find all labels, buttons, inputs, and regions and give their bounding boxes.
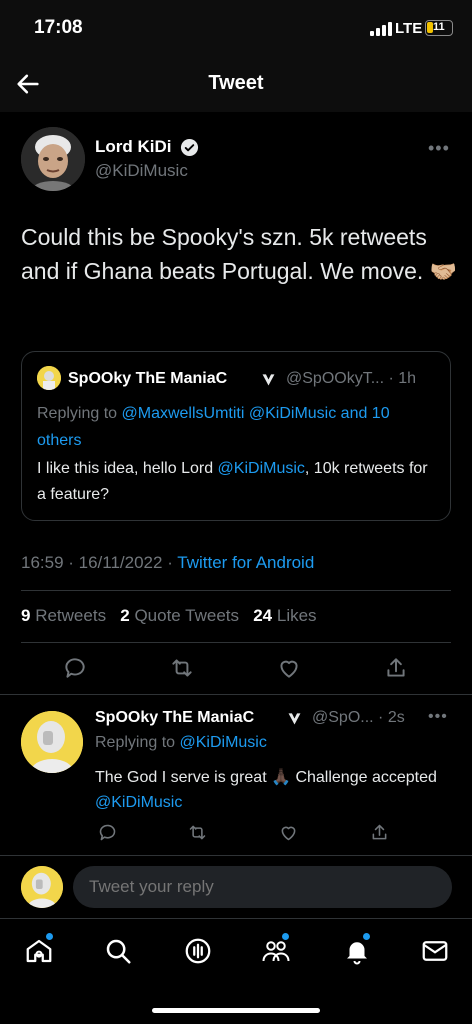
praying-hands-emoji: 🙏🏿 (271, 769, 291, 786)
more-options-icon[interactable]: ••• (428, 708, 448, 726)
reply-replying-to: Replying to @KiDiMusic (95, 734, 267, 752)
like-icon[interactable] (278, 822, 299, 843)
tweet-meta: 16:59 · 16/11/2022 · Twitter for Android (21, 553, 314, 573)
more-options-icon[interactable]: ••• (428, 138, 450, 159)
signal-icon (370, 22, 392, 36)
quotes-count: 2 (120, 606, 130, 625)
retweet-icon[interactable] (187, 822, 208, 843)
messages-icon[interactable] (420, 936, 450, 966)
tweet-stats: 9 Retweets 2 Quote Tweets 24 Likes (21, 606, 317, 626)
home-indicator (152, 1008, 320, 1013)
network-label: LTE (395, 20, 423, 37)
user-avatar (21, 866, 63, 908)
battery-level: 11 (433, 21, 445, 33)
handshake-emoji: 🤝🏼 (429, 259, 458, 284)
quoted-author-avatar (37, 366, 61, 390)
reply-author-avatar[interactable] (21, 711, 83, 773)
retweets-stat[interactable]: 9 Retweets (21, 606, 106, 625)
top-header: Tweet (0, 56, 472, 112)
author-handle[interactable]: @KiDiMusic (95, 161, 188, 181)
quoted-tweet-text: I like this idea, hello Lord @KiDiMusic,… (37, 456, 437, 508)
reply-icon[interactable] (62, 655, 88, 681)
quoted-author-handle: @SpOOkyT... · 1h (286, 370, 417, 387)
likes-stat[interactable]: 24 Likes (253, 606, 316, 625)
quotes-stat[interactable]: 2 Quote Tweets (120, 606, 239, 625)
reply-text: The God I serve is great 🙏🏿 Challenge ac… (95, 765, 445, 815)
quoted-text-part: I like this idea, hello Lord (37, 460, 218, 477)
quoted-tweet-card[interactable]: SpOOky ThE ManiaC @SpOOkyT... · 1h Reply… (21, 351, 451, 521)
verified-badge-icon (288, 713, 301, 725)
replying-prefix: Replying to (37, 405, 122, 422)
divider (0, 694, 472, 695)
likes-label: Likes (276, 606, 317, 625)
notification-dot (46, 933, 53, 940)
reply-author-handle[interactable]: @SpO... · 2s (312, 709, 405, 727)
divider (21, 590, 451, 591)
page-title: Tweet (208, 72, 264, 94)
tweet-text: Could this be Spooky's szn. 5k retweets … (21, 220, 461, 289)
likes-count: 24 (253, 606, 273, 625)
mention-link[interactable]: @KiDiMusic (218, 460, 305, 477)
divider (0, 855, 472, 856)
home-icon (26, 939, 52, 963)
mention-link[interactable]: @KiDiMusic (95, 794, 182, 811)
spaces-icon[interactable] (183, 936, 213, 966)
search-icon[interactable] (103, 936, 133, 966)
divider (21, 642, 451, 643)
replying-mention-link[interactable]: @KiDiMusic (180, 734, 267, 751)
retweets-count: 9 (21, 606, 31, 625)
nav-communities[interactable] (261, 933, 291, 966)
notification-dot (282, 933, 289, 940)
reply-author-name[interactable]: SpOOky ThE ManiaC (95, 709, 254, 727)
notification-dot (363, 933, 370, 940)
retweet-icon[interactable] (169, 655, 195, 681)
share-icon[interactable] (369, 822, 390, 843)
tweet-source-link[interactable]: Twitter for Android (177, 553, 314, 572)
bottom-navigation (0, 918, 472, 1024)
battery-icon: 11 (425, 20, 453, 36)
tweet-timestamp: 16:59 · 16/11/2022 · (21, 553, 178, 572)
reply-input[interactable] (73, 866, 452, 908)
share-icon[interactable] (383, 655, 409, 681)
tweet-body: Could this be Spooky's szn. 5k retweets … (21, 224, 427, 284)
verified-badge-icon (262, 374, 275, 386)
nav-home[interactable] (24, 933, 54, 966)
notifications-icon (347, 942, 367, 965)
like-icon[interactable] (276, 655, 302, 681)
quoted-replying-to: Replying to @MaxwellsUmtiti @KiDiMusic a… (37, 400, 437, 454)
nav-notifications[interactable] (342, 933, 372, 966)
author-name[interactable]: Lord KiDi (95, 137, 172, 157)
communities-icon (262, 941, 290, 962)
quotes-label: Quote Tweets (134, 606, 240, 625)
verified-badge-icon (180, 138, 199, 157)
replying-prefix: Replying to (95, 734, 180, 751)
retweets-label: Retweets (35, 606, 107, 625)
reply-text-part: Challenge accepted (291, 769, 437, 786)
author-avatar[interactable] (21, 127, 85, 191)
status-bar: 17:08 LTE 11 (0, 0, 472, 56)
quoted-author-name: SpOOky ThE ManiaC (68, 370, 228, 387)
reply-text-part: The God I serve is great (95, 769, 272, 786)
status-time: 17:08 (34, 17, 83, 38)
reply-icon[interactable] (97, 822, 118, 843)
